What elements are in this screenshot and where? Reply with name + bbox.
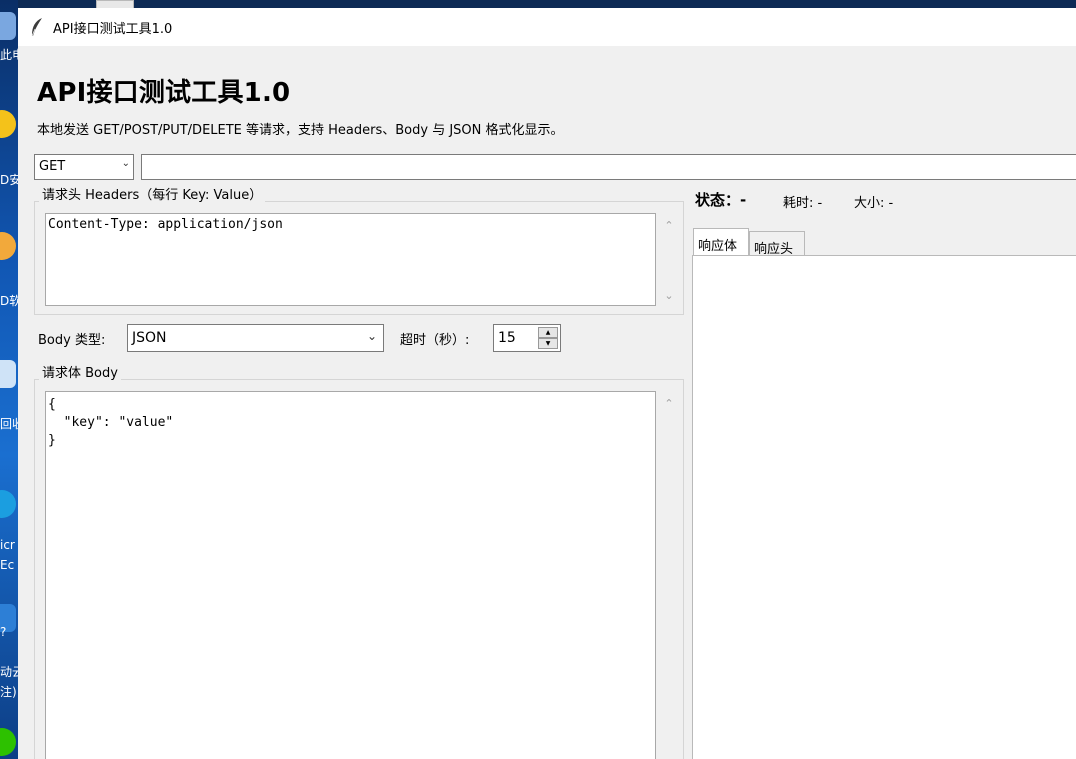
- desktop-icon-label: icr: [0, 538, 15, 552]
- body-line: "key": "value": [48, 415, 174, 430]
- tab-response-headers[interactable]: 响应头: [749, 231, 805, 257]
- edge-browser-icon[interactable]: [0, 490, 16, 518]
- body-line: }: [48, 433, 56, 448]
- recycle-bin-icon[interactable]: [0, 360, 16, 388]
- this-pc-icon[interactable]: [0, 12, 16, 40]
- body-type-select[interactable]: JSON ⌄: [127, 324, 384, 352]
- headers-frame-title: 请求头 Headers（每行 Key: Value）: [39, 184, 266, 203]
- security-app-icon[interactable]: [0, 110, 16, 138]
- wechat-icon[interactable]: [0, 728, 16, 756]
- desktop-icon-label: D软: [0, 294, 18, 308]
- scroll-up-icon[interactable]: ⌃: [656, 397, 682, 410]
- page-title: API接口测试工具1.0: [37, 78, 291, 108]
- background-window-tab: [96, 0, 134, 8]
- desktop-icon-label: 注): [0, 685, 17, 699]
- desktop-icon-label: 回收: [0, 417, 18, 431]
- body-frame-title: 请求体 Body: [39, 362, 121, 381]
- software-app-icon[interactable]: [0, 232, 16, 260]
- app-window: API接口测试工具1.0 API接口测试工具1.0 本地发送 GET/POST/…: [18, 8, 1076, 759]
- response-size-label: 大小: -: [854, 196, 894, 211]
- headers-line: Content-Type: application/json: [48, 217, 283, 232]
- tab-response-body[interactable]: 响应体: [693, 228, 749, 256]
- response-body-panel[interactable]: [692, 255, 1076, 759]
- body-type-value: JSON: [132, 330, 167, 346]
- title-bar[interactable]: API接口测试工具1.0: [18, 8, 1076, 46]
- body-type-label: Body 类型:: [38, 333, 106, 348]
- desktop-icon-label: ?: [0, 625, 7, 639]
- desktop-icon-label: 动云: [0, 665, 18, 679]
- timeout-spinbox[interactable]: 15 ▲ ▼: [493, 324, 561, 352]
- spin-up-icon[interactable]: ▲: [538, 327, 558, 338]
- spinbox-buttons: ▲ ▼: [538, 327, 558, 349]
- scroll-up-icon[interactable]: ⌃: [656, 219, 682, 232]
- window-title: API接口测试工具1.0: [53, 22, 173, 37]
- spin-down-icon[interactable]: ▼: [538, 338, 558, 349]
- desktop-icon-label: Ec: [0, 558, 15, 572]
- feather-icon: [31, 18, 42, 37]
- desktop-icon-label: D安: [0, 173, 18, 187]
- url-input[interactable]: [141, 154, 1076, 180]
- timeout-value: 15: [498, 330, 516, 346]
- body-scrollbar[interactable]: ⌃: [656, 391, 682, 759]
- chevron-down-icon[interactable]: ⌄: [122, 158, 130, 169]
- elapsed-time-label: 耗时: -: [783, 196, 823, 211]
- desktop-top-strip: [18, 0, 1076, 8]
- method-value: GET: [39, 159, 66, 174]
- headers-scrollbar[interactable]: ⌃ ⌄: [656, 213, 682, 306]
- body-line: {: [48, 397, 56, 412]
- timeout-label: 超时（秒）:: [400, 333, 470, 348]
- headers-textarea[interactable]: Content-Type: application/json: [45, 213, 656, 306]
- desktop-background: 此电 D安 D软 回收 icr Ec ? 动云 注): [0, 0, 18, 759]
- method-select[interactable]: GET ⌄: [34, 154, 134, 180]
- scroll-down-icon[interactable]: ⌄: [656, 289, 682, 302]
- chevron-down-icon[interactable]: ⌄: [367, 329, 377, 343]
- desktop-icon-label: 此电: [0, 48, 18, 62]
- status-label: 状态：-: [695, 191, 747, 209]
- body-textarea[interactable]: { "key": "value" }: [45, 391, 656, 759]
- page-description: 本地发送 GET/POST/PUT/DELETE 等请求，支持 Headers、…: [37, 123, 564, 138]
